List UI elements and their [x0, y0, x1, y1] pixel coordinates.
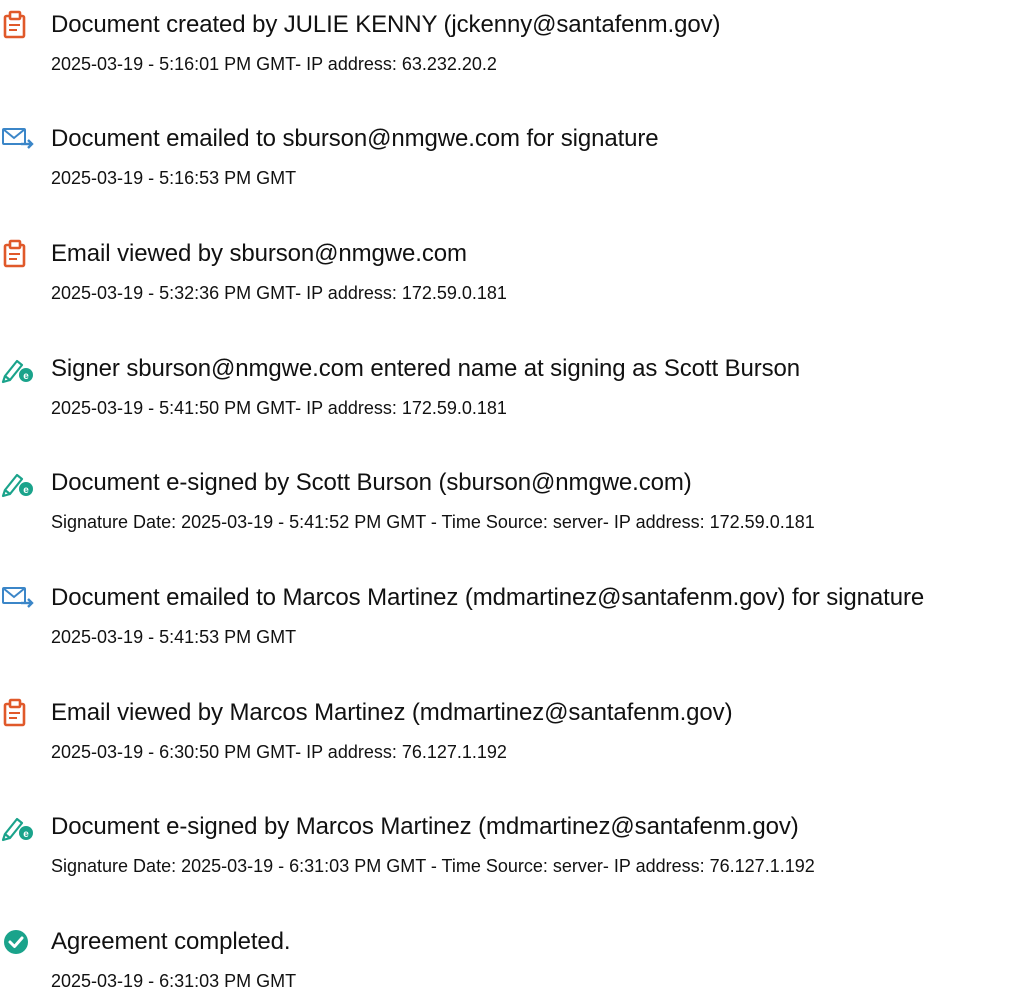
event-title: Document emailed to Marcos Martinez (mdm…	[51, 584, 925, 611]
svg-text:e: e	[23, 829, 29, 840]
e-sign-pen-icon: e	[1, 354, 35, 386]
event-title: Agreement completed.	[51, 928, 291, 955]
event-title: Document e-signed by Marcos Martinez (md…	[51, 813, 799, 840]
email-sent-icon	[1, 583, 35, 615]
event-title: Signer sburson@nmgwe.com entered name at…	[51, 355, 801, 382]
event-detail: 2025-03-19 - 5:32:36 PM GMT- IP address:…	[51, 283, 507, 303]
check-circle-icon	[1, 927, 35, 959]
event-detail: 2025-03-19 - 6:30:50 PM GMT- IP address:…	[51, 742, 507, 762]
event-title: Document created by JULIE KENNY (jckenny…	[51, 11, 721, 38]
email-sent-icon	[1, 124, 35, 156]
event-title: Email viewed by Marcos Martinez (mdmarti…	[51, 699, 733, 726]
svg-text:e: e	[23, 485, 29, 496]
document-icon	[1, 239, 35, 271]
event-detail: 2025-03-19 - 5:16:01 PM GMT- IP address:…	[51, 54, 497, 74]
event-detail: 2025-03-19 - 5:41:50 PM GMT- IP address:…	[51, 398, 507, 418]
audit-event: Document created by JULIE KENNY (jckenny…	[0, 10, 1028, 90]
event-detail: 2025-03-19 - 5:41:53 PM GMT	[51, 627, 297, 647]
event-title: Document e-signed by Scott Burson (sburs…	[51, 469, 692, 496]
audit-event: e Signer sburson@nmgwe.com entered name …	[0, 354, 1028, 434]
e-sign-pen-icon: e	[1, 468, 35, 500]
e-sign-pen-icon: e	[1, 812, 35, 844]
document-icon	[1, 698, 35, 730]
document-icon	[1, 10, 35, 42]
event-detail: Signature Date: 2025-03-19 - 6:31:03 PM …	[51, 856, 815, 876]
svg-text:e: e	[23, 371, 29, 382]
audit-event: Email viewed by sburson@nmgwe.com 2025-0…	[0, 239, 1028, 319]
audit-event: e Document e-signed by Scott Burson (sbu…	[0, 468, 1028, 548]
audit-event: Agreement completed. 2025-03-19 - 6:31:0…	[0, 927, 1028, 1007]
audit-event: Email viewed by Marcos Martinez (mdmarti…	[0, 698, 1028, 778]
audit-event: Document emailed to sburson@nmgwe.com fo…	[0, 124, 1028, 204]
audit-event: e Document e-signed by Marcos Martinez (…	[0, 812, 1028, 892]
event-title: Document emailed to sburson@nmgwe.com fo…	[51, 125, 659, 152]
event-detail: 2025-03-19 - 5:16:53 PM GMT	[51, 168, 297, 188]
event-title: Email viewed by sburson@nmgwe.com	[51, 240, 467, 267]
event-detail: Signature Date: 2025-03-19 - 5:41:52 PM …	[51, 512, 815, 532]
event-detail: 2025-03-19 - 6:31:03 PM GMT	[51, 971, 297, 991]
audit-event: Document emailed to Marcos Martinez (mdm…	[0, 583, 1028, 663]
